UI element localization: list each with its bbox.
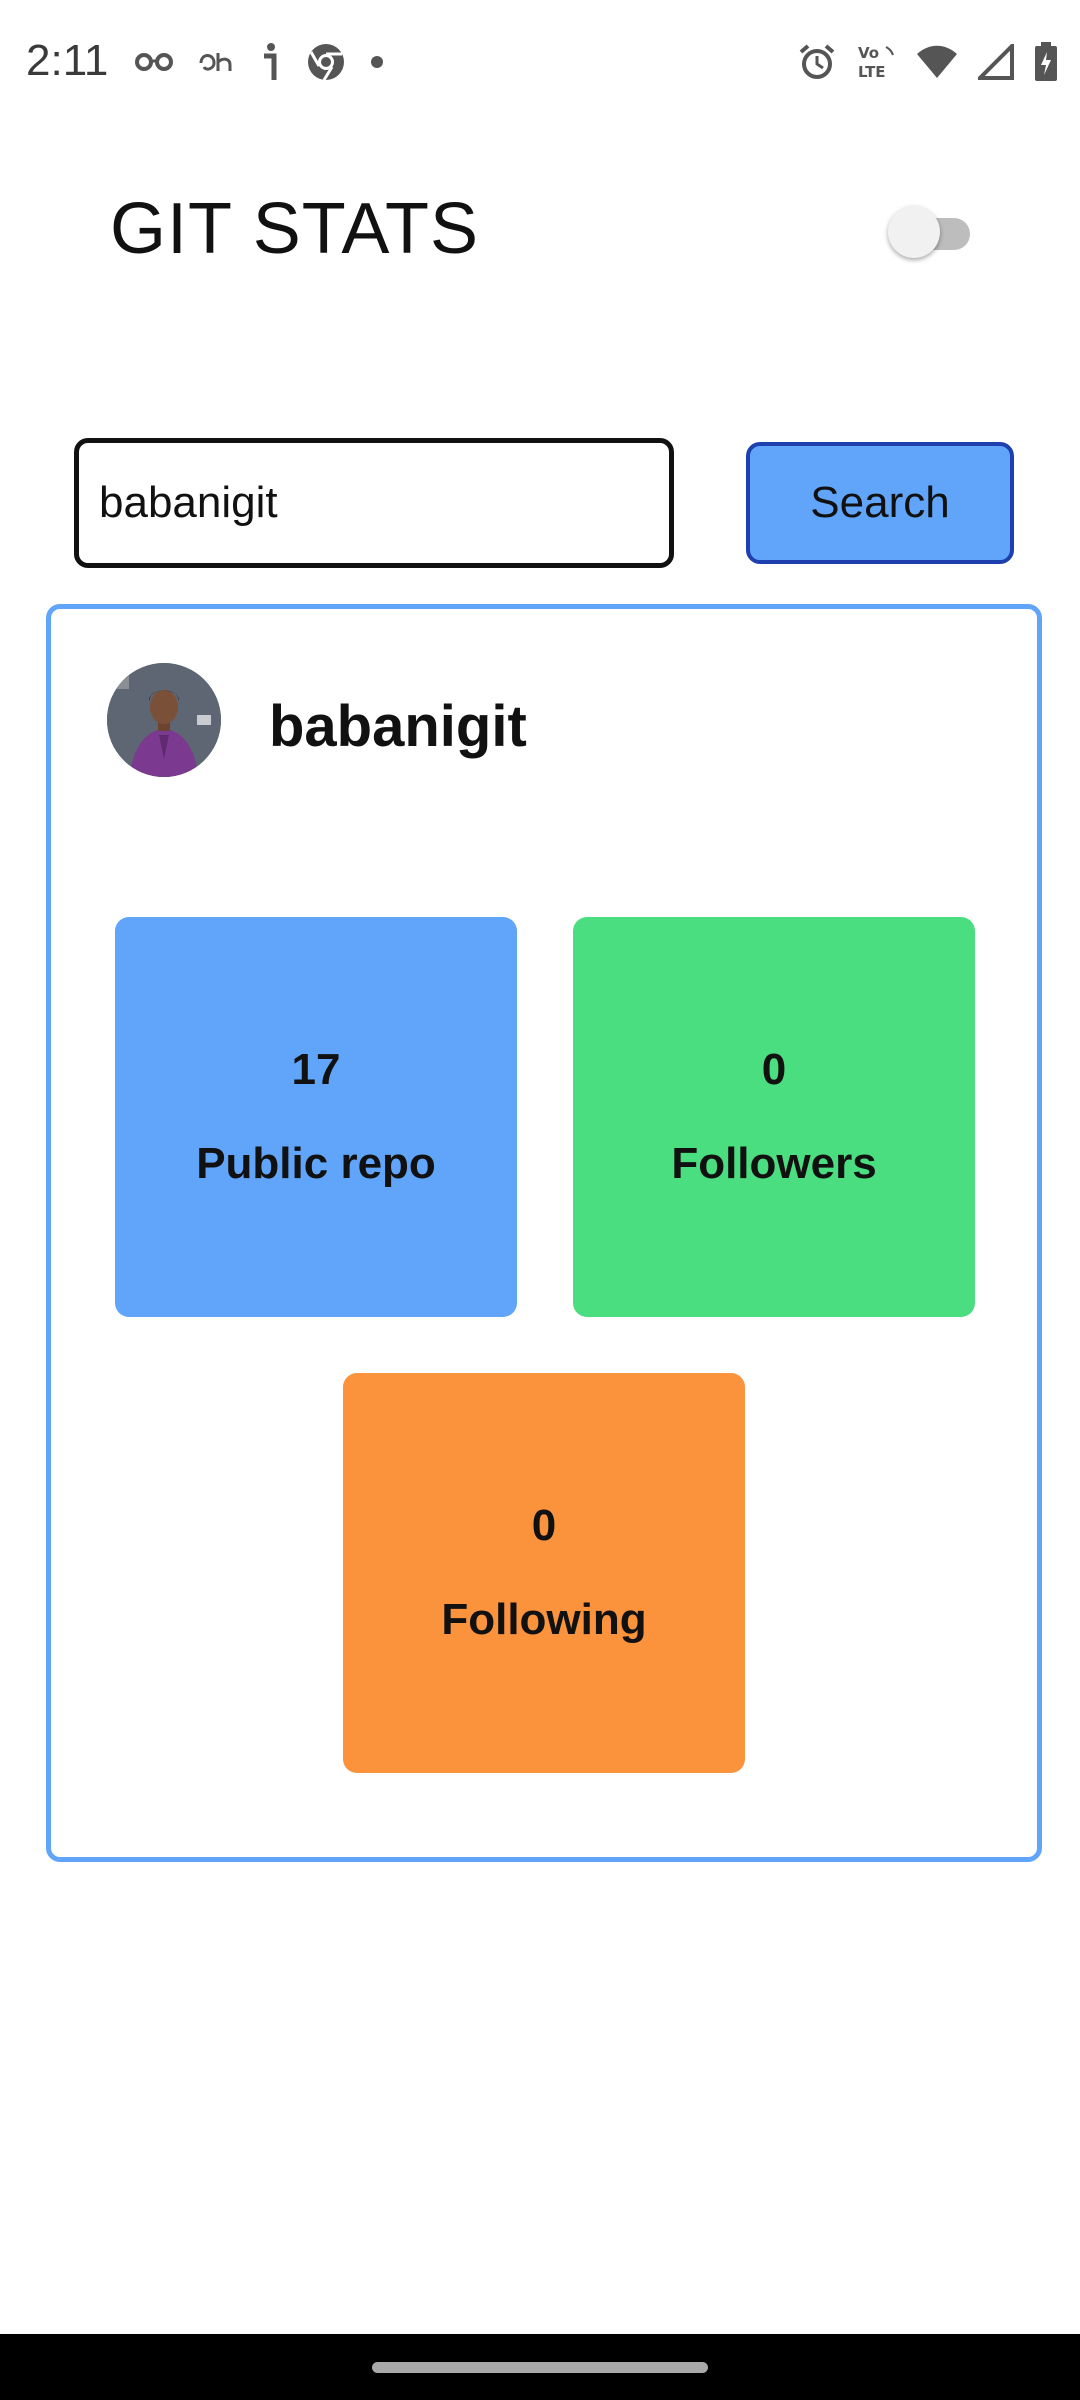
info-icon xyxy=(260,42,282,82)
profile-card: babanigit 17 Public repo 0 Followers 0 F… xyxy=(46,604,1042,1862)
signal-icon xyxy=(978,44,1014,80)
public-repos-tile: 17 Public repo xyxy=(115,917,517,1317)
following-label: Following xyxy=(441,1595,647,1644)
username-search-input[interactable] xyxy=(74,438,674,568)
app-screen: 2:11 Vo LTE GIT STATS babanigit Search b… xyxy=(0,0,1080,2400)
alarm-icon xyxy=(798,43,836,81)
username: babanigit xyxy=(269,694,527,759)
following-count: 0 xyxy=(531,1501,557,1550)
followers-count: 0 xyxy=(761,1045,787,1094)
public-repos-count: 17 xyxy=(291,1045,341,1094)
volte-icon: Vo LTE xyxy=(856,43,896,81)
home-gesture-handle[interactable] xyxy=(372,2362,708,2373)
svg-text:LTE: LTE xyxy=(858,63,886,81)
followers-tile: 0 Followers xyxy=(573,917,975,1317)
chrome-icon xyxy=(306,42,346,82)
dark-mode-toggle[interactable] xyxy=(888,206,980,258)
glasses-icon xyxy=(134,52,174,72)
notification-icons xyxy=(134,36,384,88)
search-button[interactable]: Search xyxy=(746,442,1014,564)
avatar xyxy=(107,663,221,777)
toggle-thumb xyxy=(888,206,940,258)
followers-label: Followers xyxy=(671,1139,877,1188)
public-repos-label: Public repo xyxy=(196,1139,436,1188)
app-notification-icon xyxy=(198,49,236,75)
navigation-bar xyxy=(0,2334,1080,2400)
wifi-icon xyxy=(916,45,958,79)
svg-text:Vo: Vo xyxy=(858,44,879,62)
status-bar: 2:11 Vo LTE xyxy=(0,0,1080,124)
following-tile: 0 Following xyxy=(343,1373,745,1773)
dot-icon xyxy=(370,55,384,69)
system-icons: Vo LTE xyxy=(798,36,1058,88)
status-time: 2:11 xyxy=(26,36,109,85)
battery-icon xyxy=(1034,42,1058,82)
app-title: GIT STATS xyxy=(110,189,480,269)
